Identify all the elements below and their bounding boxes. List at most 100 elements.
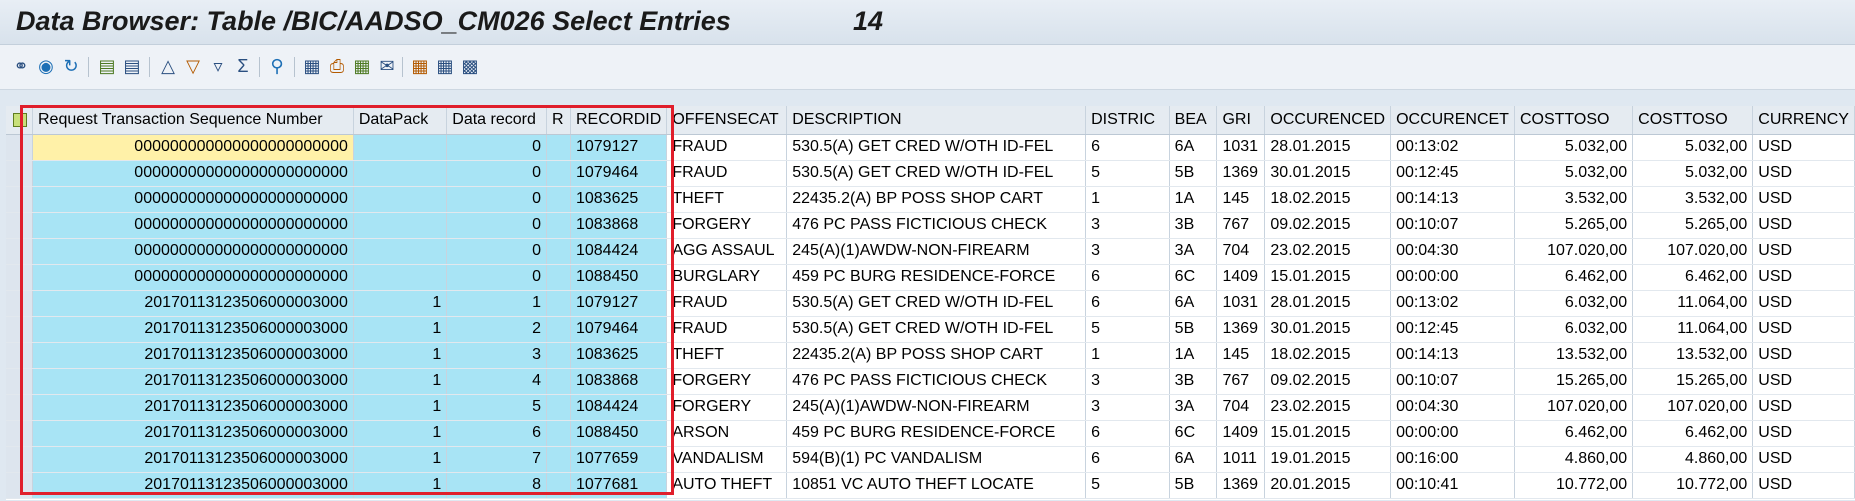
cell-occt[interactable]: 00:12:45 [1390,316,1515,343]
column-header-bea[interactable]: BEA [1169,106,1218,135]
table-row[interactable]: 20170113123506000003000 1 8 1077681 AUTO THE… [6,472,1855,499]
cell-c1[interactable]: 10.772,00 [1514,472,1634,499]
table-row[interactable]: 20170113123506000003000 1 3 1083625 THEFT 224… [6,342,1855,369]
cell-occt[interactable]: 00:12:45 [1390,160,1515,187]
cell-c2[interactable]: 3.532,00 [1632,186,1754,213]
cell-seq[interactable]: 20170113123506000003000 [32,290,354,317]
cell-r[interactable] [546,186,571,213]
refresh-icon[interactable]: ↻ [60,55,82,77]
cell-bea[interactable]: 3A [1169,238,1218,265]
cell-rid[interactable]: 1083868 [570,368,668,395]
cell-off[interactable]: FORGERY [666,212,788,239]
detail-icon[interactable]: ▤ [96,55,118,77]
column-header-desc[interactable]: DESCRIPTION [786,106,1087,135]
cell-rec[interactable]: 7 [446,446,548,473]
cell-gri[interactable]: 1031 [1216,134,1266,161]
cell-rid[interactable]: 1084424 [570,394,668,421]
table-row[interactable]: 000000000000000000000000 0 1088450 BURGLARY… [6,264,1855,291]
cell-cur[interactable]: USD [1752,394,1855,421]
cell-occt[interactable]: 00:04:30 [1390,238,1515,265]
column-icon[interactable]: ▩ [459,55,481,77]
cell-off[interactable]: ARSON [666,420,788,447]
send-icon[interactable]: ✉ [376,55,398,77]
cell-seq[interactable]: 000000000000000000000000 [32,212,354,239]
cell-gri[interactable]: 704 [1216,238,1266,265]
row-selector[interactable] [6,368,33,395]
cell-desc[interactable]: 476 PC PASS FICTICIOUS CHECK [786,368,1087,395]
cell-occ[interactable]: 15.01.2015 [1264,264,1392,291]
column-header-rec[interactable]: Data record [446,106,548,135]
row-selector[interactable] [6,238,33,265]
cell-c2[interactable]: 11.064,00 [1632,290,1754,317]
cell-bea[interactable]: 5B [1169,316,1218,343]
cell-occ[interactable]: 09.02.2015 [1264,368,1392,395]
cell-pack[interactable] [353,134,448,161]
cell-desc[interactable]: 476 PC PASS FICTICIOUS CHECK [786,212,1087,239]
row-selector[interactable] [6,212,33,239]
cell-desc[interactable]: 594(B)(1) PC VANDALISM [786,446,1087,473]
cell-desc[interactable]: 10851 VC AUTO THEFT LOCATE [786,472,1087,499]
row-selector[interactable] [6,134,33,161]
cell-seq[interactable]: 000000000000000000000000 [32,186,354,213]
cell-off[interactable]: FRAUD [666,160,788,187]
cell-occ[interactable]: 15.01.2015 [1264,420,1392,447]
cell-occt[interactable]: 00:04:30 [1390,394,1515,421]
cell-occ[interactable]: 23.02.2015 [1264,394,1392,421]
cell-cur[interactable]: USD [1752,160,1855,187]
cell-off[interactable]: FORGERY [666,368,788,395]
cell-c2[interactable]: 5.265,00 [1632,212,1754,239]
table-row[interactable]: 20170113123506000003000 1 6 1088450 ARSON 459… [6,420,1855,447]
cell-dist[interactable]: 3 [1085,212,1170,239]
cell-dist[interactable]: 5 [1085,472,1170,499]
cell-rec[interactable]: 2 [446,316,548,343]
cell-gri[interactable]: 1409 [1216,420,1266,447]
cell-bea[interactable]: 6A [1169,290,1218,317]
find-icon[interactable]: ⚲ [266,55,288,77]
cell-off[interactable]: AGG ASSAUL [666,238,788,265]
cell-r[interactable] [546,264,571,291]
cell-rec[interactable]: 6 [446,420,548,447]
cell-rid[interactable]: 1079127 [570,134,668,161]
list-icon[interactable]: ▤ [121,55,143,77]
cell-dist[interactable]: 1 [1085,342,1170,369]
cell-dist[interactable]: 1 [1085,186,1170,213]
cell-rid[interactable]: 1083625 [570,186,668,213]
cell-bea[interactable]: 6C [1169,264,1218,291]
cell-c1[interactable]: 107.020,00 [1514,238,1634,265]
cell-cur[interactable]: USD [1752,316,1855,343]
cell-occt[interactable]: 00:10:07 [1390,212,1515,239]
cell-seq[interactable]: 000000000000000000000000 [32,264,354,291]
cell-pack[interactable]: 1 [353,342,448,369]
cell-seq[interactable]: 20170113123506000003000 [32,446,354,473]
cell-c1[interactable]: 6.462,00 [1514,420,1634,447]
cell-gri[interactable]: 145 [1216,342,1266,369]
cell-rid[interactable]: 1088450 [570,420,668,447]
cell-occt[interactable]: 00:13:02 [1390,134,1515,161]
cell-c1[interactable]: 3.532,00 [1514,186,1634,213]
cell-rid[interactable]: 1077681 [570,472,668,499]
cell-c2[interactable]: 5.032,00 [1632,134,1754,161]
cell-cur[interactable]: USD [1752,446,1855,473]
table-row[interactable]: 20170113123506000003000 1 5 1084424 FORGERY 2… [6,394,1855,421]
cell-pack[interactable]: 1 [353,394,448,421]
cell-desc[interactable]: 530.5(A) GET CRED W/OTH ID-FEL [786,316,1087,343]
cell-off[interactable]: BURGLARY [666,264,788,291]
cell-occt[interactable]: 00:14:13 [1390,342,1515,369]
sum-icon[interactable]: Σ [232,55,254,77]
sort-down-icon[interactable]: ▽ [182,55,204,77]
table-row[interactable]: 000000000000000000000000 0 1079127 FRAUD 530… [6,134,1855,161]
cell-desc[interactable]: 530.5(A) GET CRED W/OTH ID-FEL [786,290,1087,317]
cell-c2[interactable]: 6.462,00 [1632,264,1754,291]
row-selector[interactable] [6,290,33,317]
row-selector[interactable] [6,342,33,369]
cell-occ[interactable]: 19.01.2015 [1264,446,1392,473]
cell-dist[interactable]: 5 [1085,160,1170,187]
cell-c1[interactable]: 6.462,00 [1514,264,1634,291]
cell-r[interactable] [546,368,571,395]
cell-desc[interactable]: 22435.2(A) BP POSS SHOP CART [786,186,1087,213]
cell-c2[interactable]: 5.032,00 [1632,160,1754,187]
cell-desc[interactable]: 245(A)(1)AWDW-NON-FIREARM [786,238,1087,265]
cell-pack[interactable]: 1 [353,316,448,343]
cell-dist[interactable]: 3 [1085,394,1170,421]
cell-gri[interactable]: 1369 [1216,316,1266,343]
